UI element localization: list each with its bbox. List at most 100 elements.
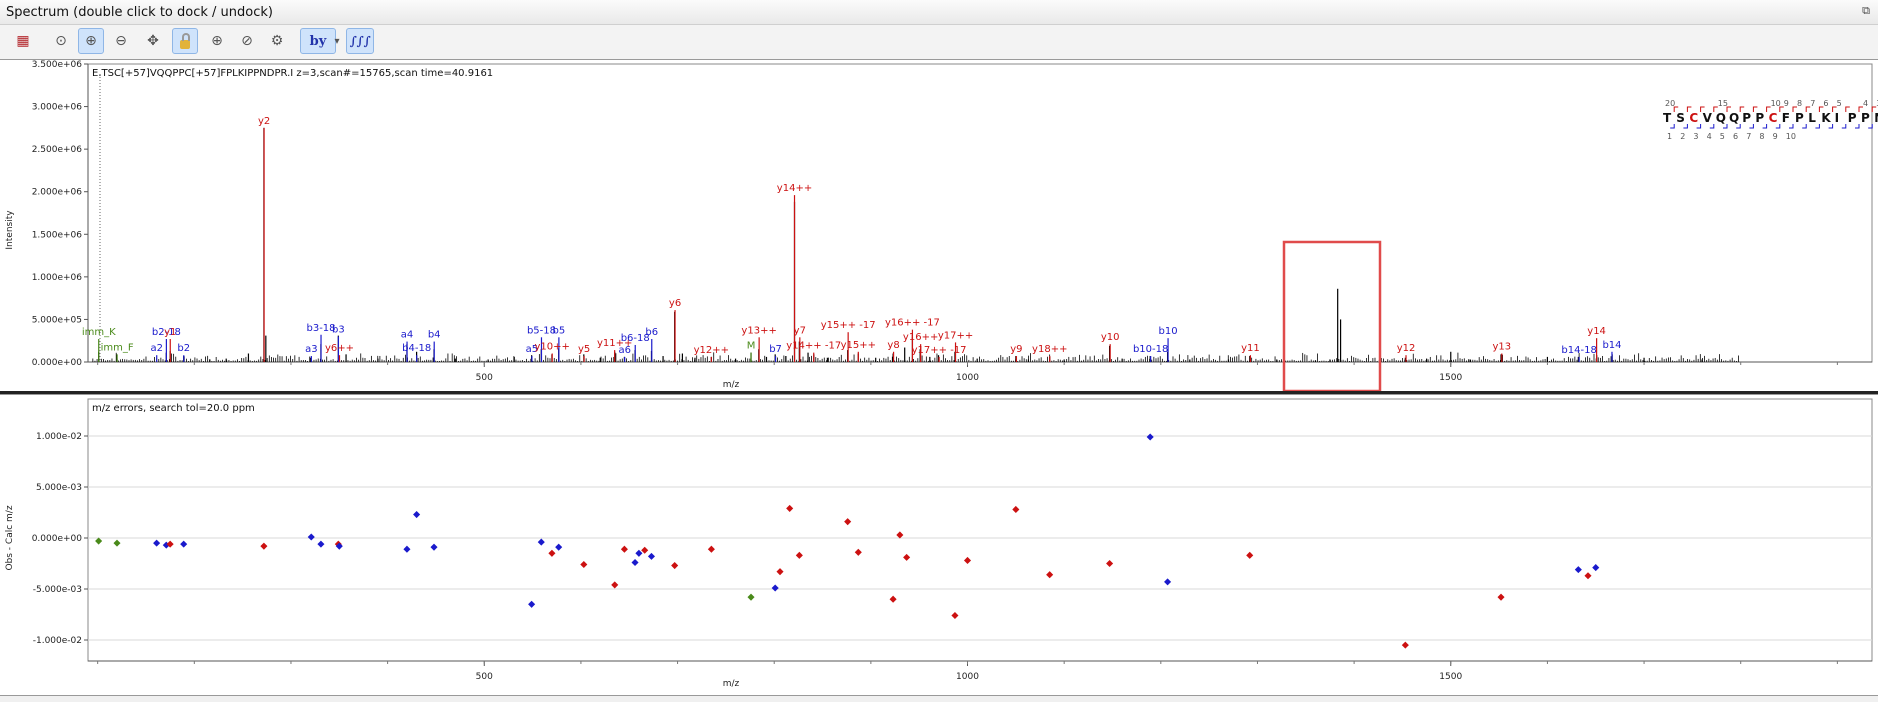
peak-label: a6 xyxy=(618,345,631,356)
pan-icon[interactable]: ✥ xyxy=(140,28,166,54)
seq-bottom-number: 8 xyxy=(1759,132,1764,141)
peak-label: y13++ xyxy=(741,325,776,336)
y-tick-label: 5.000e-03 xyxy=(36,483,82,493)
x-tick-label: 500 xyxy=(476,672,493,682)
spectrum-panel[interactable]: 3.500e+06 3.000e+06 2.500e+06 2.000e+06 1.50… xyxy=(0,59,1878,393)
peak-label: b14 xyxy=(1602,340,1621,351)
sequence-residue: C xyxy=(1769,111,1778,125)
sequence-residue: K xyxy=(1821,111,1831,125)
sequence-residue: P xyxy=(1861,111,1870,125)
peak-label: y2 xyxy=(258,116,270,127)
peak-label: y14++ -17 xyxy=(786,341,841,352)
y-tick-label: 1.000e+06 xyxy=(32,273,83,283)
sequence-residue: V xyxy=(1703,111,1713,125)
y-tick-label: 1.500e+06 xyxy=(32,230,83,240)
seq-bottom-number: 6 xyxy=(1733,132,1738,141)
gear-icon[interactable]: ⚙ xyxy=(264,28,290,54)
peak-label: y9 xyxy=(1010,344,1022,355)
peak-label: y11 xyxy=(1241,343,1260,354)
sequence-residue: S xyxy=(1676,111,1685,125)
plot-area xyxy=(87,63,1873,363)
peak-annotation-button[interactable]: ∫∫∫ xyxy=(346,28,374,54)
zoom-region-icon[interactable]: ⊙ xyxy=(48,28,74,54)
seq-top-number: 15 xyxy=(1718,99,1728,108)
peak-label: y10++ xyxy=(535,341,570,352)
peak-label: imm_F xyxy=(101,342,134,353)
spectrum-header: E.TSC[+57]VQQPPC[+57]FPLKIPPNDPR.I z=3,s… xyxy=(92,68,493,79)
sequence-residue: F xyxy=(1782,111,1790,125)
peak-label: a4 xyxy=(401,330,414,341)
window-titlebar[interactable]: Spectrum (double click to dock / undock)… xyxy=(0,0,1878,25)
seq-top-number: 7 xyxy=(1810,99,1815,108)
y-tick-label: 2.000e+06 xyxy=(32,188,83,198)
seq-bottom-number: 4 xyxy=(1707,132,1712,141)
seq-top-number: 20 xyxy=(1665,99,1675,108)
y-axis-label: Obs - Calc m/z xyxy=(5,505,15,570)
y-tick-label: 5.000e+05 xyxy=(32,315,82,325)
sequence-residue: P xyxy=(1848,111,1857,125)
peak-label: y6++ xyxy=(325,343,354,354)
x-tick-label: 500 xyxy=(476,373,493,383)
peak-label: b10-18 xyxy=(1133,344,1168,355)
peak-label: y6 xyxy=(669,298,681,309)
zoom-out-icon[interactable]: ⊖ xyxy=(108,28,134,54)
seq-bottom-number: 3 xyxy=(1693,132,1698,141)
y-tick-label: 0.000e+00 xyxy=(32,534,83,544)
y-tick-label: 2.500e+06 xyxy=(32,145,83,155)
peak-label: y15++ -17 xyxy=(821,320,876,331)
peak-label: y15++ xyxy=(841,340,876,351)
peak-label: b2 xyxy=(177,343,190,354)
lock-glyph xyxy=(180,32,190,49)
error-panel[interactable]: 1.500e-021.000e-025.000e-030.000e+00-5.0… xyxy=(0,381,1878,696)
error-plot[interactable]: 1.500e-021.000e-025.000e-030.000e+00-5.0… xyxy=(0,381,1878,695)
x-axis-label: m/z xyxy=(723,380,740,390)
seq-bottom-number: 7 xyxy=(1746,132,1751,141)
peak-label: y17++ xyxy=(938,330,973,341)
zoom-in-icon[interactable]: ⊕ xyxy=(78,28,104,54)
sequence-residue: L xyxy=(1808,111,1816,125)
seq-top-number: 6 xyxy=(1823,99,1828,108)
peak-label: y12++ xyxy=(694,345,729,356)
sequence-residue: N xyxy=(1874,111,1878,125)
peak-label: y16++ xyxy=(903,332,938,343)
lock-icon[interactable] xyxy=(172,28,198,54)
seq-top-number: 10 xyxy=(1771,99,1781,108)
chevron-down-icon[interactable]: ▾ xyxy=(330,28,344,54)
y-tick-label: 1.000e-02 xyxy=(36,432,82,442)
peak-label: y17++ -17 xyxy=(912,345,967,356)
peak-label: y13 xyxy=(1492,341,1511,352)
error-header: m/z errors, search tol=20.0 ppm xyxy=(92,403,255,414)
undock-icon[interactable]: ⧉ xyxy=(1860,5,1872,17)
spectrum-view-button[interactable]: ▦ xyxy=(10,28,36,54)
window-title: Spectrum (double click to dock / undock) xyxy=(6,5,273,20)
peak-label: b6 xyxy=(645,327,658,338)
peak-label: a3 xyxy=(305,344,318,355)
y-tick-label: -1.000e-02 xyxy=(33,636,82,646)
sequence-residue: I xyxy=(1835,111,1839,125)
sequence-residue: P xyxy=(1795,111,1804,125)
sequence-residue: Q xyxy=(1716,111,1726,125)
y-axis-label: Intensity xyxy=(5,210,15,250)
seq-top-number: 8 xyxy=(1797,99,1802,108)
peak-label: y1 xyxy=(164,327,176,338)
peak-label: y18++ xyxy=(1032,344,1067,355)
y-tick-label: -5.000e-03 xyxy=(33,585,82,595)
peak-label: y10 xyxy=(1101,332,1120,343)
peak-label: a2 xyxy=(150,343,163,354)
plot-area xyxy=(87,398,1873,662)
peak-label: M xyxy=(747,341,756,352)
peak-label: b3 xyxy=(332,324,345,335)
spectrum-plot[interactable]: 3.500e+06 3.000e+06 2.500e+06 2.000e+06 1.50… xyxy=(0,60,1878,393)
peak-label: b4-18 xyxy=(402,343,431,354)
zoom-prev-icon[interactable]: ⊕ xyxy=(204,28,230,54)
sequence-residue: Q xyxy=(1729,111,1739,125)
zoom-reset-icon[interactable]: ⊘ xyxy=(234,28,260,54)
peak-label: b7 xyxy=(769,344,782,355)
peak-label: y14 xyxy=(1587,326,1606,337)
peak-label: imm_K xyxy=(82,327,116,338)
peak-label: y12 xyxy=(1397,343,1416,354)
x-tick-label: 1500 xyxy=(1439,373,1462,383)
seq-top-number: 4 xyxy=(1863,99,1868,108)
seq-bottom-number: 2 xyxy=(1680,132,1685,141)
peak-label: y14++ xyxy=(777,183,812,194)
